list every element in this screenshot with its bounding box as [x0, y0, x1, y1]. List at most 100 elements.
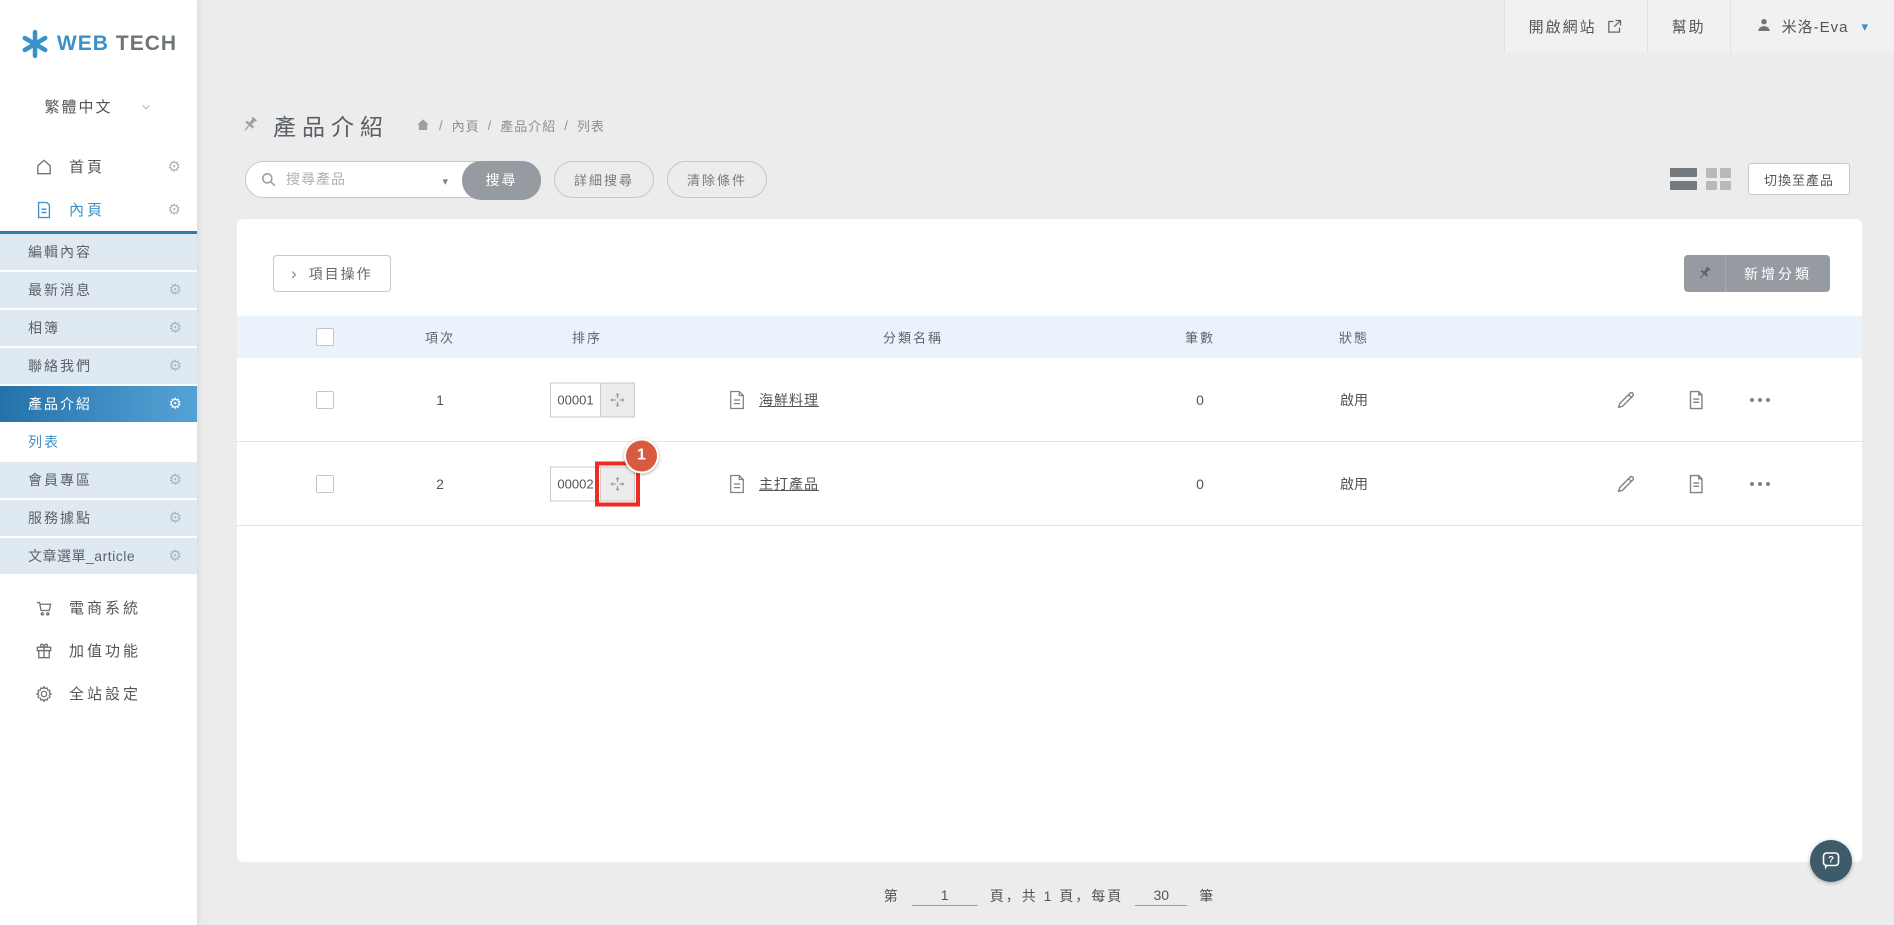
chevron-down-icon [141, 104, 150, 110]
sidebar-item-label: 文章選單_article [28, 548, 136, 564]
sidebar-item-label: 服務據點 [28, 510, 92, 526]
sort-control: 1 [550, 438, 659, 506]
gear-icon[interactable]: ⚙ [169, 359, 184, 374]
row-checkbox[interactable] [316, 390, 334, 409]
table-row: 1 海鮮料理 0 啟用 [237, 358, 1862, 442]
pagination-prefix: 第 [883, 888, 900, 904]
sidebar-item-label: 列表 [28, 434, 60, 450]
row-index: 2 [436, 475, 444, 492]
content-card: › 項目操作 新增分類 項次 排序 分類名稱 筆數 狀態 1 00001 海鮮料… [237, 219, 1862, 862]
home-icon [34, 157, 54, 177]
row-count: 0 [1196, 391, 1204, 408]
row-index: 1 [436, 391, 444, 408]
gear-icon[interactable]: ⚙ [169, 283, 184, 298]
sidebar-item-label: 首頁 [69, 159, 106, 176]
breadcrumb-products[interactable]: 產品介紹 [500, 116, 556, 135]
sidebar-item-label: 最新消息 [28, 282, 92, 298]
gear-icon[interactable]: ⚙ [169, 473, 184, 488]
sidebar-item-edit-content[interactable]: 編輯內容 [0, 234, 197, 270]
copy-icon[interactable] [1685, 389, 1707, 411]
sidebar-item-products[interactable]: 產品介紹 ⚙ [0, 386, 197, 422]
sidebar-item-contact[interactable]: 聯絡我們 ⚙ [0, 348, 197, 384]
sidebar-item-ecommerce[interactable]: 電商系統 [0, 586, 197, 629]
sidebar-item-inner-pages[interactable]: 內頁 ⚙ [0, 188, 197, 231]
open-site-button[interactable]: 開啟網站 [1503, 0, 1647, 53]
item-actions-button[interactable]: › 項目操作 [273, 255, 391, 292]
per-page-input[interactable] [1135, 886, 1188, 906]
person-icon [1755, 16, 1773, 38]
sidebar-item-news[interactable]: 最新消息 ⚙ [0, 272, 197, 308]
page-number-input[interactable] [911, 886, 978, 906]
question-bubble-icon: ? [1822, 852, 1840, 870]
sort-input[interactable] [550, 466, 600, 501]
edit-icon[interactable] [1615, 473, 1637, 495]
sidebar-item-locations[interactable]: 服務據點 ⚙ [0, 500, 197, 536]
list-view-icon[interactable] [1669, 168, 1697, 190]
sidebar-item-addons[interactable]: 加值功能 [0, 629, 197, 672]
breadcrumb-separator: / [564, 117, 569, 133]
search-button[interactable]: 搜尋 [462, 160, 541, 200]
search-scope-dropdown-icon[interactable]: ▾ [442, 175, 448, 188]
drag-handle-icon[interactable]: 1 [595, 438, 659, 506]
pin-icon [240, 115, 261, 136]
app-root: WEB TECH 繁體中文 首頁 ⚙ 內頁 ⚙ 編輯內容 最新消息 ⚙ 相簿 ⚙… [0, 0, 1894, 925]
more-actions-icon[interactable] [1750, 473, 1770, 495]
sidebar-item-list[interactable]: 列表 [0, 424, 197, 460]
category-name-cell: 主打產品 [728, 474, 819, 494]
page-icon [34, 200, 54, 220]
pagination: 第 頁，共 1 頁，每頁 筆 [237, 886, 1862, 906]
sidebar-item-article-menu[interactable]: 文章選單_article ⚙ [0, 538, 197, 574]
item-actions-label: 項目操作 [308, 265, 373, 282]
breadcrumb-list[interactable]: 列表 [577, 116, 605, 135]
sidebar-bottom-group: 電商系統 加值功能 全站設定 [0, 586, 197, 715]
row-checkbox[interactable] [316, 474, 334, 493]
home-icon[interactable] [415, 117, 431, 133]
grid-view-icon[interactable] [1705, 168, 1731, 190]
switch-to-products-button[interactable]: 切換至產品 [1747, 163, 1850, 195]
sidebar-menu: 首頁 ⚙ 內頁 ⚙ 編輯內容 最新消息 ⚙ 相簿 ⚙ 聯絡我們 ⚙ 產品介紹 ⚙… [0, 145, 197, 715]
copy-icon[interactable] [1685, 473, 1707, 495]
help-button[interactable]: 幫助 [1646, 0, 1730, 53]
language-label: 繁體中文 [44, 99, 113, 116]
sort-input[interactable] [550, 382, 600, 417]
sidebar-item-home[interactable]: 首頁 ⚙ [0, 145, 197, 188]
search-input[interactable] [286, 162, 446, 196]
drag-handle-icon[interactable] [600, 382, 635, 417]
category-link[interactable]: 主打產品 [759, 474, 819, 494]
toolbar: ▾ 搜尋 詳細搜尋 清除條件 切換至產品 [245, 160, 1850, 200]
gear-icon[interactable]: ⚙ [169, 511, 184, 526]
advanced-search-button[interactable]: 詳細搜尋 [554, 160, 655, 198]
sidebar-item-site-settings[interactable]: 全站設定 [0, 672, 197, 715]
help-bubble-button[interactable]: ? [1810, 840, 1852, 882]
gear-icon[interactable]: ⚙ [168, 159, 184, 174]
category-link[interactable]: 海鮮料理 [759, 390, 819, 410]
sidebar-item-label: 產品介紹 [28, 396, 92, 412]
breadcrumb-inner-pages[interactable]: 內頁 [452, 116, 480, 135]
gear-icon[interactable]: ⚙ [168, 202, 184, 217]
select-all-checkbox[interactable] [316, 328, 334, 346]
table-header: 項次 排序 分類名稱 筆數 狀態 [237, 316, 1862, 358]
gear-icon[interactable]: ⚙ [169, 549, 184, 564]
cart-icon [34, 598, 54, 618]
logo-text-tech: TECH [115, 32, 178, 55]
sidebar-item-label: 加值功能 [69, 643, 142, 660]
gear-icon[interactable]: ⚙ [169, 321, 184, 336]
row-count: 0 [1196, 475, 1204, 492]
annotation-badge: 1 [624, 438, 659, 473]
col-header-status: 狀態 [1338, 330, 1369, 346]
sidebar-item-album[interactable]: 相簿 ⚙ [0, 310, 197, 346]
sidebar-item-members[interactable]: 會員專區 ⚙ [0, 462, 197, 498]
more-actions-icon[interactable] [1750, 389, 1770, 411]
language-selector[interactable]: 繁體中文 [0, 96, 197, 117]
add-category-button[interactable]: 新增分類 [1684, 255, 1830, 292]
logo-asterisk-icon [20, 29, 50, 59]
search-icon [262, 172, 276, 186]
external-link-icon [1607, 19, 1621, 33]
document-icon [728, 390, 746, 410]
sort-control [550, 382, 635, 417]
user-menu[interactable]: 米洛-Eva ▾ [1729, 0, 1894, 53]
gear-icon [34, 684, 54, 704]
edit-icon[interactable] [1615, 389, 1637, 411]
clear-filters-button[interactable]: 清除條件 [667, 160, 768, 198]
gear-icon[interactable]: ⚙ [169, 397, 184, 412]
